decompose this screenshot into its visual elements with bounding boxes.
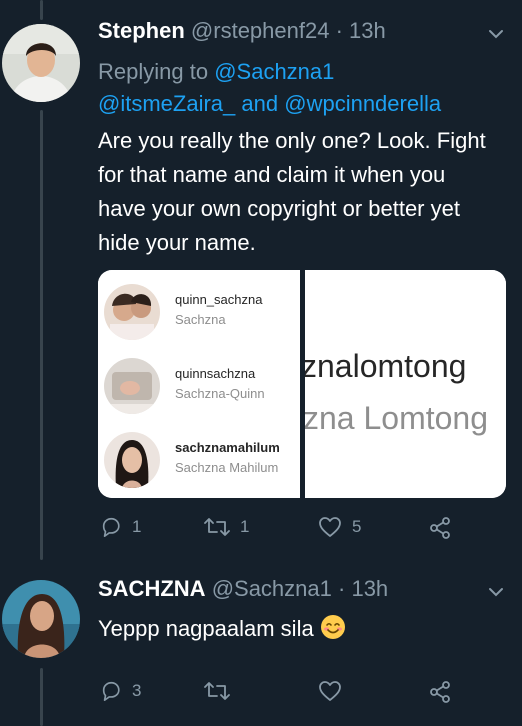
reply-count: 1	[132, 517, 142, 536]
tweet-header: SACHZNA @Sachzna1 · 13h	[98, 576, 388, 602]
smiling-face-emoji	[320, 615, 345, 639]
retweet-button[interactable]: 1	[204, 516, 249, 538]
reply-icon	[102, 681, 120, 701]
thread-line-top	[40, 0, 43, 20]
chevron-down-icon[interactable]	[486, 24, 506, 44]
account-row: quinnsachzna Sachzna-Quinn	[98, 350, 300, 420]
share-button[interactable]	[428, 680, 452, 704]
thread-line-tweet2	[40, 668, 43, 726]
account-avatar	[104, 358, 160, 414]
display-name[interactable]: Stephen	[98, 18, 185, 43]
account-avatar	[104, 284, 160, 340]
like-button[interactable]: 5	[318, 516, 361, 538]
chevron-down-icon[interactable]	[486, 582, 506, 602]
retweet-icon	[204, 682, 230, 700]
account-row: quinn_sachzna Sachzna	[98, 276, 300, 346]
reply-button[interactable]: 3	[100, 680, 141, 702]
tweet-text: Yeppp nagpaalam sila	[98, 612, 498, 646]
reply-icon	[102, 517, 120, 537]
separator-dot: ·	[335, 18, 343, 43]
retweet-icon	[204, 518, 230, 536]
share-icon	[430, 681, 450, 703]
account-display-name: Sachzna Mahilum	[175, 460, 279, 475]
avatar-photo-icon	[2, 24, 80, 102]
replying-prefix: Replying to	[98, 59, 209, 84]
mention-link[interactable]: @wpcinnderella	[284, 91, 441, 116]
account-username: sachznamahilum	[175, 440, 280, 455]
timestamp[interactable]: 13h	[351, 576, 388, 601]
user-handle[interactable]: @rstephenf24	[191, 18, 330, 43]
thread-line-tweet1	[40, 110, 43, 560]
account-avatar	[104, 432, 160, 488]
account-row: sachznamahilum Sachzna Mahilum	[98, 424, 300, 494]
replying-to: Replying to @Sachzna1 @itsmeZaira_ and @…	[98, 56, 441, 120]
avatar-photo-icon	[2, 580, 80, 658]
timestamp[interactable]: 13h	[349, 18, 386, 43]
mention-link[interactable]: @Sachzna1	[214, 59, 334, 84]
zoom-display-name: zna Lomtong	[305, 400, 489, 436]
media-right-panel: znalomtong zna Lomtong	[305, 270, 506, 498]
retweet-count: 1	[240, 517, 250, 536]
tweet-text-content: Yeppp nagpaalam sila	[98, 616, 314, 641]
account-username: quinnsachzna	[175, 366, 256, 381]
avatar-sachzna[interactable]	[2, 580, 80, 658]
tweet-header: Stephen @rstephenf24 · 13h	[98, 18, 386, 44]
tweet-text: Are you really the only one? Look. Fight…	[98, 128, 486, 255]
display-name[interactable]: SACHZNA	[98, 576, 206, 601]
separator-dot: ·	[338, 576, 346, 601]
retweet-button[interactable]	[204, 680, 240, 702]
account-username: quinn_sachzna	[175, 292, 263, 307]
tweet-media[interactable]: quinn_sachzna Sachzna quinnsachzna Sachz…	[98, 270, 506, 498]
share-icon	[430, 517, 450, 539]
share-button[interactable]	[428, 516, 452, 540]
replying-and: and	[241, 91, 279, 116]
like-count: 5	[352, 517, 362, 536]
heart-icon	[319, 681, 341, 701]
reply-count: 3	[132, 681, 142, 700]
account-display-name: Sachzna	[175, 312, 226, 327]
heart-icon	[319, 517, 341, 537]
reply-button[interactable]: 1	[100, 516, 141, 538]
zoom-username: znalomtong	[305, 348, 467, 384]
avatar-stephen[interactable]	[2, 24, 80, 102]
account-display-name: Sachzna-Quinn	[175, 386, 265, 401]
user-handle[interactable]: @Sachzna1	[212, 576, 332, 601]
media-left-panel: quinn_sachzna Sachzna quinnsachzna Sachz…	[98, 270, 300, 498]
mention-link[interactable]: @itsmeZaira_	[98, 91, 235, 116]
like-button[interactable]	[318, 680, 352, 702]
